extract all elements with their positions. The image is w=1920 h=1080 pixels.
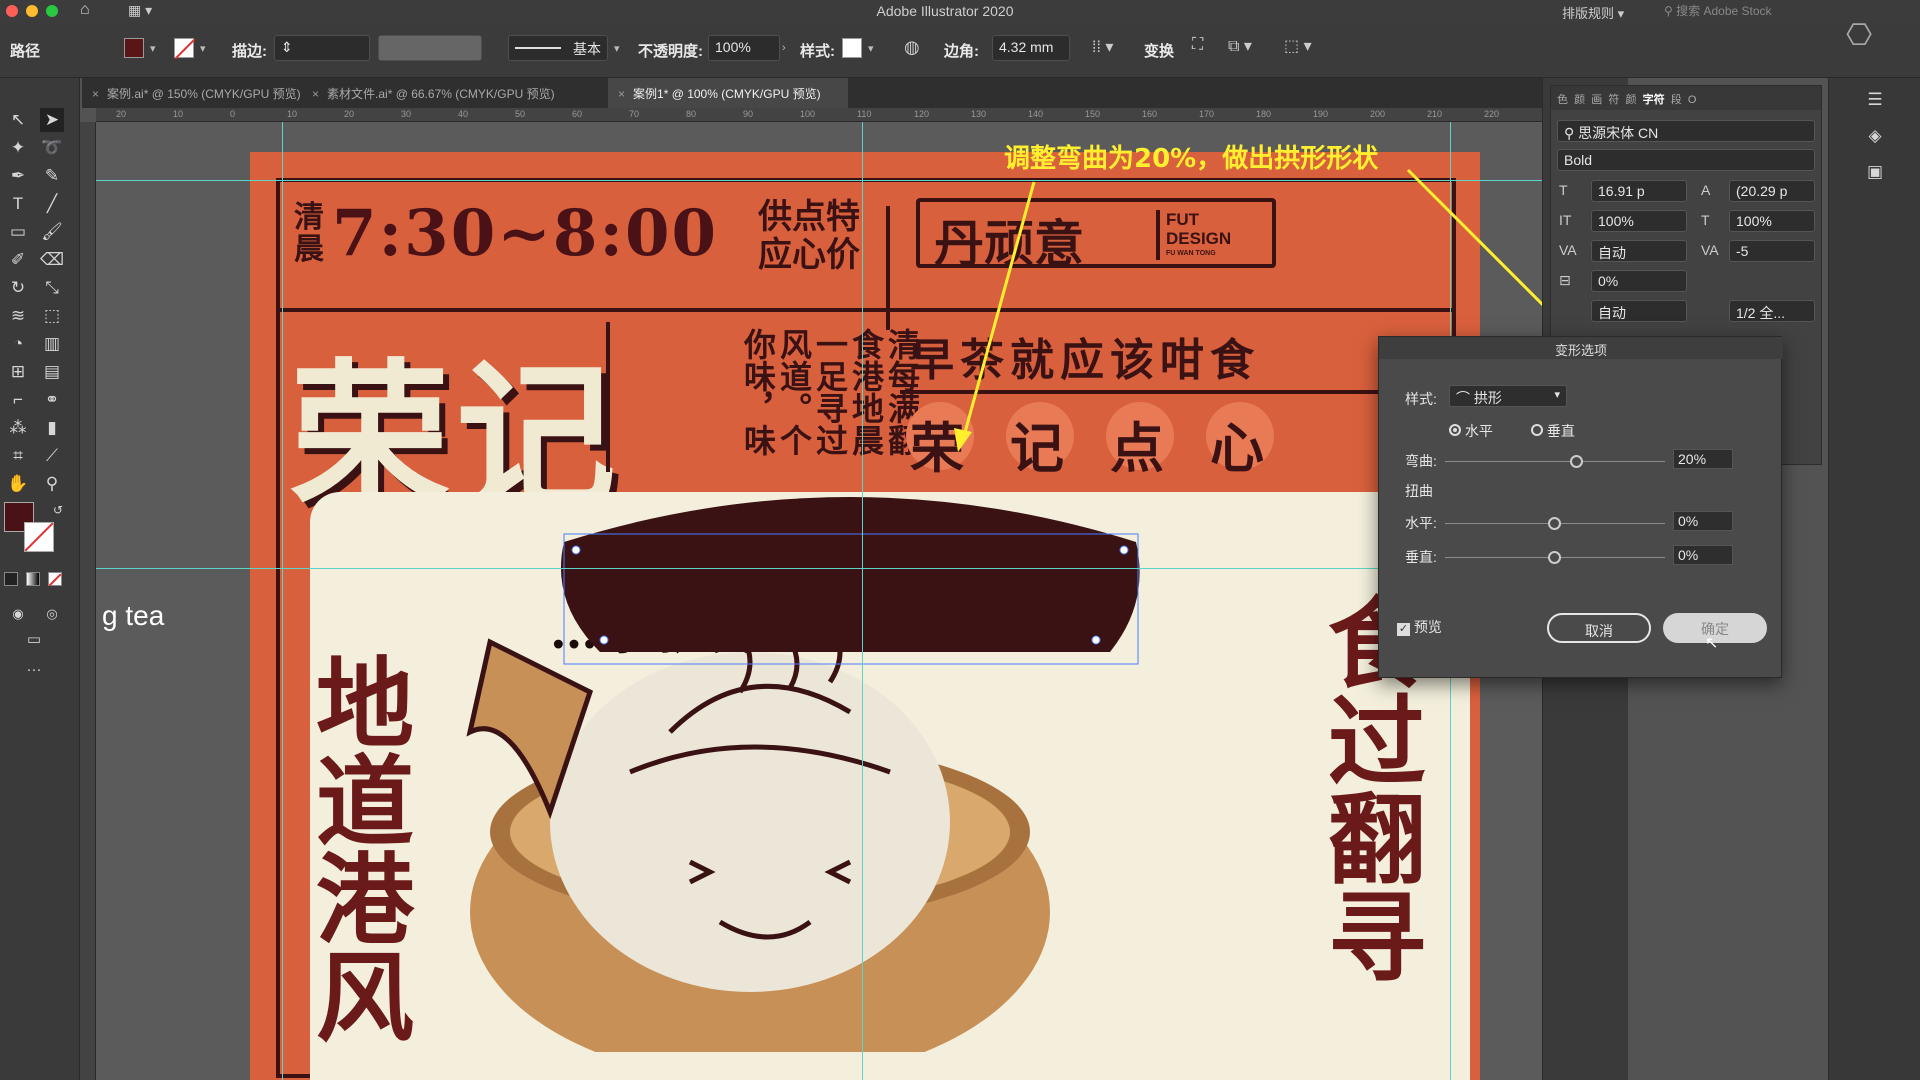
- baseline-shift-field[interactable]: 0%: [1591, 270, 1687, 292]
- chevron-down-icon: ▾: [1554, 389, 1560, 401]
- auto-field[interactable]: 自动: [1591, 300, 1687, 322]
- vertical-radio[interactable]: 垂直: [1531, 421, 1575, 441]
- search-icon: ⚲: [1564, 125, 1575, 141]
- kerning-field[interactable]: 自动: [1591, 240, 1687, 262]
- character-panel-tabs[interactable]: 色 颜 画 符 颜 字符 段 O: [1551, 86, 1821, 110]
- tracking-icon: VA: [1701, 242, 1719, 258]
- leading-field[interactable]: (20.29 p: [1729, 180, 1815, 202]
- vertical-scale-icon: IT: [1559, 212, 1572, 228]
- font-family-select[interactable]: ⚲ 思源宋体 CN: [1557, 120, 1815, 142]
- properties-icon[interactable]: ☰: [1863, 88, 1887, 112]
- vertical-scale-field[interactable]: 100%: [1591, 210, 1687, 232]
- preview-checkbox[interactable]: ✓ 预览: [1397, 617, 1442, 637]
- warp-style-select[interactable]: ⌒ 拱形 ▾: [1449, 385, 1567, 407]
- horizontal-distortion-label: 水平:: [1405, 515, 1437, 531]
- mouse-cursor-icon: ↖: [1705, 635, 1719, 652]
- horizontal-scale-field[interactable]: 100%: [1729, 210, 1815, 232]
- font-size-icon: T: [1559, 182, 1568, 198]
- libraries-icon[interactable]: ▣: [1863, 160, 1887, 184]
- style-label: 样式:: [1405, 391, 1437, 407]
- bend-slider-track[interactable]: [1445, 461, 1665, 462]
- layers-icon[interactable]: ◈: [1863, 124, 1887, 148]
- vertical-distortion-label: 垂直:: [1405, 549, 1437, 565]
- watermark-logo: ⎔: [1846, 19, 1873, 52]
- font-style-select[interactable]: Bold: [1557, 149, 1815, 171]
- baseline-icon: ⊟: [1559, 272, 1571, 288]
- font-size-field[interactable]: 16.91 p: [1591, 180, 1687, 202]
- bend-value-field[interactable]: 20%: [1673, 449, 1733, 469]
- horizontal-distortion-field[interactable]: 0%: [1673, 511, 1733, 531]
- leading-icon: A: [1701, 182, 1711, 198]
- radio-unselected-icon: [1531, 424, 1543, 436]
- kerning-icon: VA: [1559, 242, 1577, 258]
- vertical-distortion-field[interactable]: 0%: [1673, 545, 1733, 565]
- bend-label: 弯曲:: [1405, 453, 1437, 469]
- dialog-title: 变形选项: [1379, 337, 1783, 359]
- horizontal-radio[interactable]: 水平: [1449, 421, 1493, 441]
- arc-icon: ⌒: [1456, 390, 1470, 406]
- warp-options-dialog: 变形选项 样式: ⌒ 拱形 ▾ 水平 垂直 弯曲: 20% 扭曲 水平: 0% …: [1378, 336, 1783, 678]
- right-panel-column: ☰ ◈ ▣: [1828, 78, 1920, 1080]
- vertical-distortion-thumb[interactable]: [1548, 551, 1561, 564]
- horizontal-scale-icon: T: [1701, 212, 1710, 228]
- checkbox-checked-icon: ✓: [1397, 623, 1410, 636]
- radio-selected-icon: [1449, 424, 1461, 436]
- tracking-field[interactable]: -5: [1729, 240, 1815, 262]
- cancel-button[interactable]: 取消: [1547, 613, 1651, 643]
- distortion-heading: 扭曲: [1405, 483, 1433, 499]
- horizontal-distortion-thumb[interactable]: [1548, 517, 1561, 530]
- bend-slider-thumb[interactable]: [1570, 455, 1583, 468]
- ratio-field[interactable]: 1/2 全...: [1729, 300, 1815, 322]
